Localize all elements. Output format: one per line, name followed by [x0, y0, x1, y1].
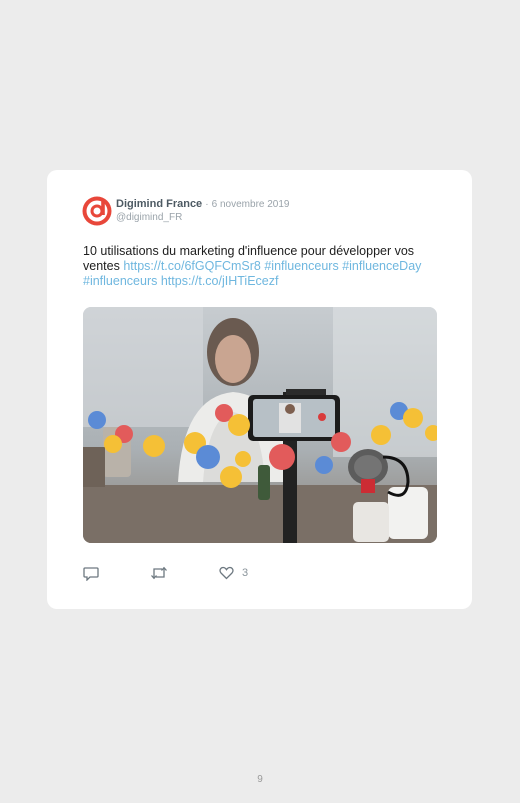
- tweet-author-line: Digimind France · 6 novembre 2019: [116, 198, 290, 211]
- like-count: 3: [242, 567, 249, 579]
- digimind-logo-icon[interactable]: [82, 196, 112, 226]
- reply-icon: [83, 566, 99, 581]
- tweet-media-image[interactable]: [83, 307, 437, 543]
- page-number: 9: [257, 774, 263, 785]
- hashtag-link[interactable]: #influenceurs: [83, 274, 157, 288]
- tweet-link[interactable]: https://t.co/6fGQFCmSr8: [123, 259, 261, 273]
- author-name[interactable]: Digimind France: [116, 198, 202, 210]
- influencer-video-photo: [83, 307, 437, 543]
- retweet-button[interactable]: [150, 564, 168, 582]
- tweet-card: Digimind France · 6 novembre 2019 @digim…: [47, 170, 472, 609]
- retweet-icon: [151, 566, 167, 580]
- like-button[interactable]: 3: [219, 564, 248, 582]
- hashtag-link[interactable]: #influenceurs: [264, 259, 338, 273]
- author-handle[interactable]: @digimind_FR: [116, 212, 182, 223]
- reply-button[interactable]: [83, 564, 99, 582]
- tweet-text: 10 utilisations du marketing d'influence…: [83, 244, 443, 289]
- separator: ·: [205, 199, 209, 210]
- hashtag-link[interactable]: #influenceDay: [342, 259, 421, 273]
- tweet-link[interactable]: https://t.co/jIHTiEcezf: [161, 274, 279, 288]
- tweet-date[interactable]: 6 novembre 2019: [212, 199, 290, 210]
- heart-icon: [219, 566, 234, 580]
